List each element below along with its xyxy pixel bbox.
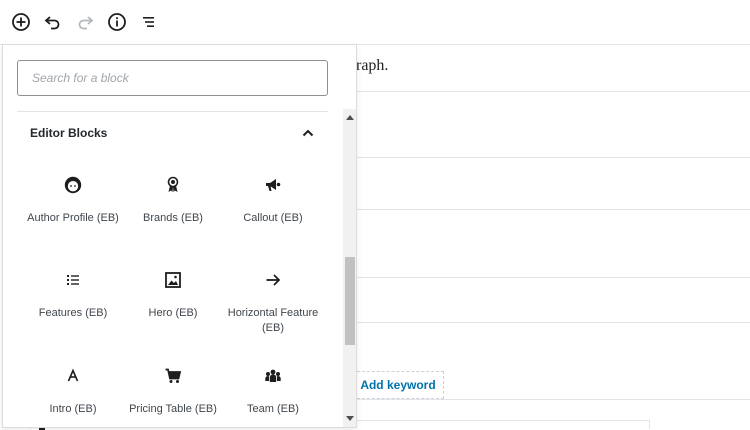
panel-title[interactable]: Editor Blocks [30, 126, 107, 140]
block-intro[interactable]: Intro (EB) [23, 364, 123, 417]
block-divider [357, 399, 750, 400]
info-icon [108, 13, 126, 31]
image-icon [161, 268, 185, 292]
editor-toolbar [0, 0, 750, 45]
groups-icon [261, 364, 285, 388]
bullet-list-icon [61, 268, 85, 292]
triangle-up-icon [346, 115, 354, 120]
undo-icon [44, 16, 60, 30]
block-label: Pricing Table (EB) [129, 403, 217, 415]
arrow-right-icon [261, 268, 285, 292]
block-label: Intro (EB) [49, 403, 97, 415]
list-outline-icon [143, 17, 154, 27]
undo-button[interactable] [39, 8, 67, 36]
block-label: Team (EB) [247, 403, 299, 415]
cart-icon [161, 364, 185, 388]
info-button[interactable] [103, 8, 131, 36]
block-label: Author Profile (EB) [27, 212, 119, 224]
block-divider [357, 157, 750, 158]
block-label: Horizontal Feature (EB) [227, 307, 319, 334]
megaphone-icon [261, 173, 285, 197]
search-divider [17, 111, 328, 112]
block-pricing-table[interactable]: Pricing Table (EB) [123, 364, 223, 417]
block-inserter-popover: Editor Blocks Author Profile (EB) [2, 44, 357, 428]
scroll-up-button[interactable] [343, 109, 356, 125]
scroll-thumb[interactable] [345, 257, 355, 345]
redo-icon [78, 16, 94, 30]
block-hero[interactable]: Hero (EB) [123, 268, 223, 321]
block-horizontal-feature[interactable]: Horizontal Feature (EB) [223, 268, 323, 336]
scroll-down-button[interactable] [343, 411, 356, 427]
redo-button[interactable] [71, 8, 99, 36]
block-team[interactable]: Team (EB) [223, 364, 323, 417]
block-divider [357, 277, 750, 278]
paragraph-text[interactable]: raph. [356, 57, 388, 75]
letter-a-icon [61, 364, 85, 388]
block-search-input[interactable] [17, 60, 328, 96]
face-icon [61, 173, 85, 197]
plus-circle-icon [12, 13, 30, 31]
award-ribbon-icon [161, 173, 185, 197]
add-keyword-button[interactable]: Add keyword [352, 371, 444, 399]
inserter-scrollbar[interactable] [343, 109, 356, 427]
block-label: Brands (EB) [143, 212, 203, 224]
block-author-profile[interactable]: Author Profile (EB) [23, 173, 123, 226]
outline-button[interactable] [135, 8, 163, 36]
add-block-button[interactable] [7, 8, 35, 36]
block-callout[interactable]: Callout (EB) [223, 173, 323, 226]
chevron-up-icon [302, 129, 314, 137]
block-label: Hero (EB) [148, 307, 198, 319]
block-features[interactable]: Features (EB) [23, 268, 123, 321]
block-divider [357, 322, 750, 323]
triangle-down-icon [346, 416, 354, 421]
block-label: Features (EB) [38, 307, 108, 319]
block-divider [357, 209, 750, 210]
block-divider [357, 91, 750, 92]
block-label: Callout (EB) [243, 212, 303, 224]
collapse-panel-button[interactable] [299, 124, 317, 142]
block-brands[interactable]: Brands (EB) [123, 173, 223, 226]
